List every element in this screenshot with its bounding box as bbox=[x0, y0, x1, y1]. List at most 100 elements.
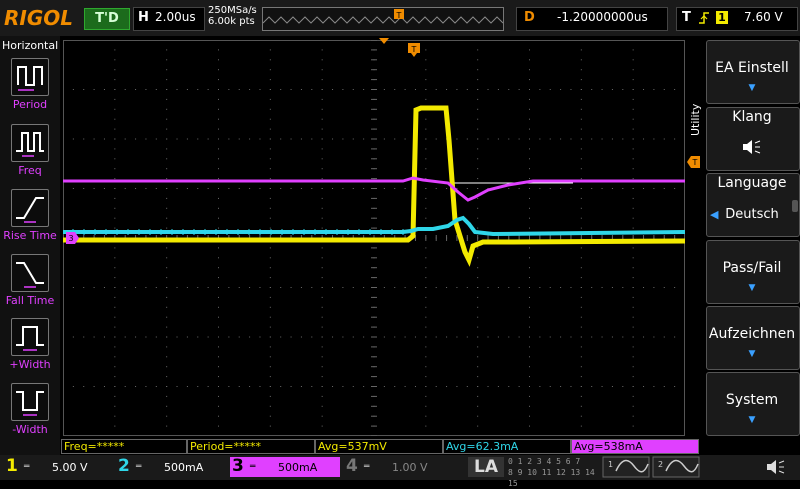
grid-dot bbox=[311, 89, 313, 90]
grid-dot bbox=[580, 306, 582, 308]
grid-dot bbox=[632, 366, 634, 368]
grid-dot bbox=[435, 336, 437, 338]
grid-dot bbox=[269, 287, 271, 288]
speaker-icon[interactable] bbox=[764, 457, 786, 477]
grid-dot bbox=[456, 89, 458, 90]
grid-dot bbox=[72, 336, 74, 338]
negative-width-icon bbox=[16, 391, 44, 416]
grid-dot bbox=[529, 316, 530, 318]
measure-freq-button[interactable] bbox=[11, 124, 49, 162]
grid-dot bbox=[321, 326, 323, 328]
memory-overview-band[interactable]: T bbox=[262, 7, 504, 31]
measure-item-label: -Width bbox=[12, 423, 48, 436]
grid-dot bbox=[560, 287, 562, 288]
grid-dot bbox=[477, 138, 479, 140]
measure-rise-time-button[interactable] bbox=[11, 189, 49, 227]
grid-dot bbox=[611, 138, 613, 140]
grid-dot bbox=[114, 118, 116, 120]
grid-dot bbox=[487, 336, 489, 338]
trigger-delay-marker[interactable]: T bbox=[408, 43, 420, 57]
measurement-readout[interactable]: Avg=537mV bbox=[315, 439, 443, 454]
grid-dot bbox=[114, 168, 116, 170]
measure-width-button[interactable] bbox=[11, 383, 49, 421]
grid-dot bbox=[135, 89, 137, 90]
grid-dot bbox=[166, 336, 168, 338]
waveform-graticule bbox=[62, 39, 686, 437]
grid-dot bbox=[218, 108, 219, 110]
grid-dot bbox=[72, 188, 74, 189]
grid-dot bbox=[238, 89, 240, 90]
grid-dot bbox=[466, 336, 468, 338]
grid-dot bbox=[497, 336, 499, 338]
measurement-readout[interactable]: Freq=***** bbox=[61, 439, 187, 454]
grid-dot bbox=[632, 138, 634, 140]
grid-dot bbox=[529, 277, 530, 279]
grid-dot bbox=[155, 336, 157, 338]
grid-dot bbox=[529, 425, 530, 427]
grid-dot bbox=[394, 188, 396, 189]
grid-dot bbox=[166, 425, 168, 427]
signal-generator-buttons[interactable]: 1 2 bbox=[602, 456, 702, 478]
grid-dot bbox=[477, 277, 479, 279]
grid-dot bbox=[321, 158, 323, 160]
grid-dot bbox=[300, 386, 302, 387]
grid-dot bbox=[570, 386, 572, 387]
channel-1-button[interactable]: 1 bbox=[6, 456, 18, 476]
grid-dot bbox=[218, 346, 219, 348]
grid-dot bbox=[446, 336, 448, 338]
grid-dot bbox=[269, 128, 271, 130]
grid-dot bbox=[321, 336, 323, 338]
softkey-label: System bbox=[725, 392, 779, 408]
grid-dot bbox=[321, 108, 323, 110]
waveform-display[interactable] bbox=[62, 39, 686, 437]
trigger-level-marker[interactable]: T bbox=[686, 156, 700, 168]
utility-tab[interactable]: Utility bbox=[686, 40, 704, 140]
grid-dot bbox=[580, 326, 582, 328]
grid-dot bbox=[352, 138, 354, 140]
grid-dot bbox=[601, 89, 603, 90]
grid-dot bbox=[124, 138, 126, 140]
channel-2-button[interactable]: 2 bbox=[118, 456, 130, 476]
grid-dot bbox=[321, 247, 323, 249]
grid-dot bbox=[643, 188, 645, 189]
grid-dot bbox=[114, 267, 116, 269]
logic-analyzer-button[interactable]: LA bbox=[468, 457, 504, 477]
grid-dot bbox=[155, 386, 157, 387]
grid-dot bbox=[404, 336, 406, 338]
grid-dot bbox=[218, 287, 219, 288]
measurement-readout[interactable]: Period=***** bbox=[187, 439, 315, 454]
grid-dot bbox=[632, 108, 634, 110]
grid-dot bbox=[114, 425, 116, 427]
measure-fall-time-button[interactable] bbox=[11, 254, 49, 292]
grid-dot bbox=[218, 425, 219, 427]
channel-4-button[interactable]: 4 bbox=[346, 456, 358, 476]
ch3-offset-marker[interactable]: 3 bbox=[66, 232, 80, 244]
measurement-readout[interactable]: Avg=538mA bbox=[571, 439, 699, 454]
grid-dot bbox=[166, 128, 168, 130]
grid-dot bbox=[632, 128, 634, 130]
grid-dot bbox=[269, 257, 271, 259]
grid-dot bbox=[580, 217, 582, 219]
measure-width-button[interactable] bbox=[11, 318, 49, 356]
grid-dot bbox=[83, 138, 85, 140]
channel-3-button[interactable]: 3 bbox=[232, 456, 244, 476]
grid-dot bbox=[477, 108, 479, 110]
grid-dot bbox=[218, 415, 219, 417]
measurement-readout[interactable]: Avg=62.3mA bbox=[443, 439, 571, 454]
grid-dot bbox=[477, 188, 479, 189]
grid-dot bbox=[269, 98, 271, 100]
grid-dot bbox=[529, 227, 530, 229]
grid-dot bbox=[238, 386, 240, 387]
grid-dot bbox=[560, 386, 562, 387]
grid-dot bbox=[529, 306, 530, 308]
grid-dot bbox=[539, 336, 541, 338]
grid-dot bbox=[674, 138, 676, 140]
grid-dot bbox=[643, 138, 645, 140]
grid-dot bbox=[477, 49, 479, 51]
grid-dot bbox=[269, 316, 271, 318]
grid-dot bbox=[643, 386, 645, 387]
measure-period-button[interactable] bbox=[11, 58, 49, 96]
grid-dot bbox=[166, 287, 168, 288]
grid-dot bbox=[114, 128, 116, 130]
grid-dot bbox=[352, 336, 354, 338]
